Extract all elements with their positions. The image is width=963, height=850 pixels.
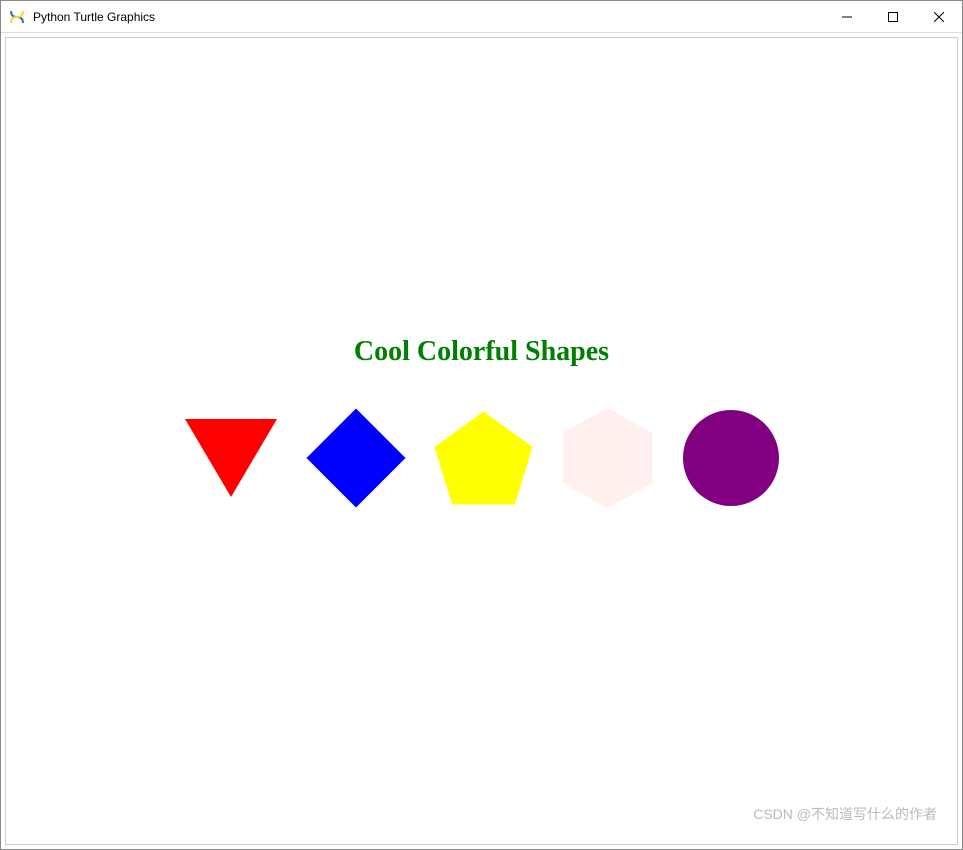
pentagon-shape <box>435 412 533 505</box>
maximize-button[interactable] <box>870 1 916 33</box>
close-button[interactable] <box>916 1 962 33</box>
turtle-canvas: Cool Colorful Shapes CSDN @不知道写什么的作者 <box>5 37 958 845</box>
shapes-row <box>6 408 957 508</box>
canvas-title-text: Cool Colorful Shapes <box>6 336 957 368</box>
hexagon-shape <box>563 408 653 508</box>
triangle-shape <box>185 419 277 497</box>
circle-shape <box>683 410 779 506</box>
watermark-text: CSDN @不知道写什么的作者 <box>753 804 937 824</box>
app-icon <box>9 9 25 25</box>
minimize-button[interactable] <box>824 1 870 33</box>
titlebar: Python Turtle Graphics <box>1 1 962 33</box>
window-title: Python Turtle Graphics <box>33 10 824 24</box>
app-window: Python Turtle Graphics Cool Colorful Sha… <box>0 0 963 850</box>
window-controls <box>824 1 962 32</box>
diamond-shape <box>306 409 405 508</box>
